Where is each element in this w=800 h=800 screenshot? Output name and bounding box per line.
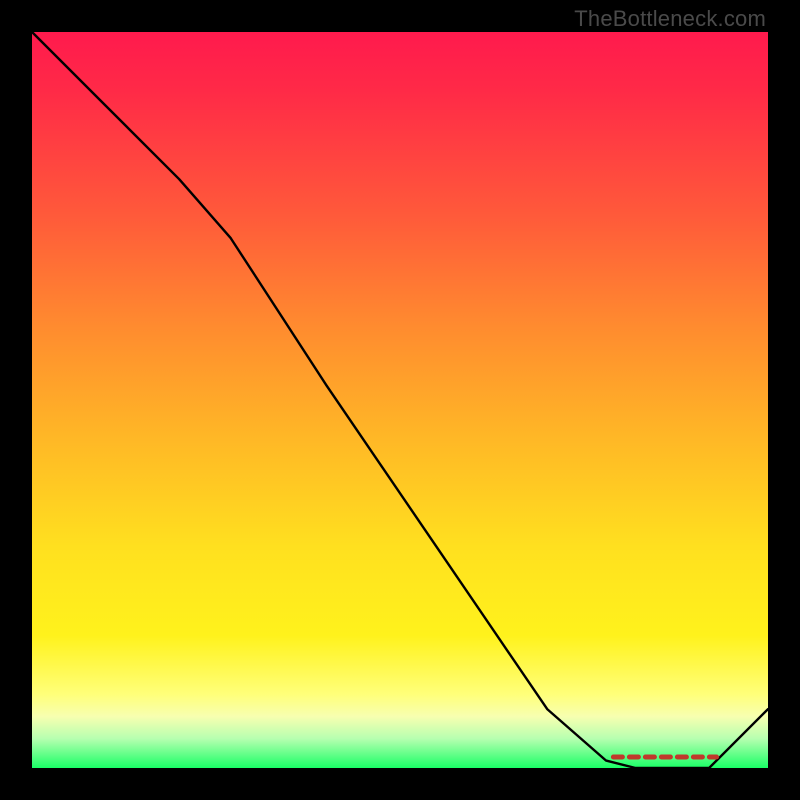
watermark-text: TheBottleneck.com xyxy=(574,6,766,32)
curve-svg xyxy=(32,32,768,768)
plot-area xyxy=(32,32,768,768)
main-curve xyxy=(32,32,768,768)
chart-frame: TheBottleneck.com xyxy=(0,0,800,800)
